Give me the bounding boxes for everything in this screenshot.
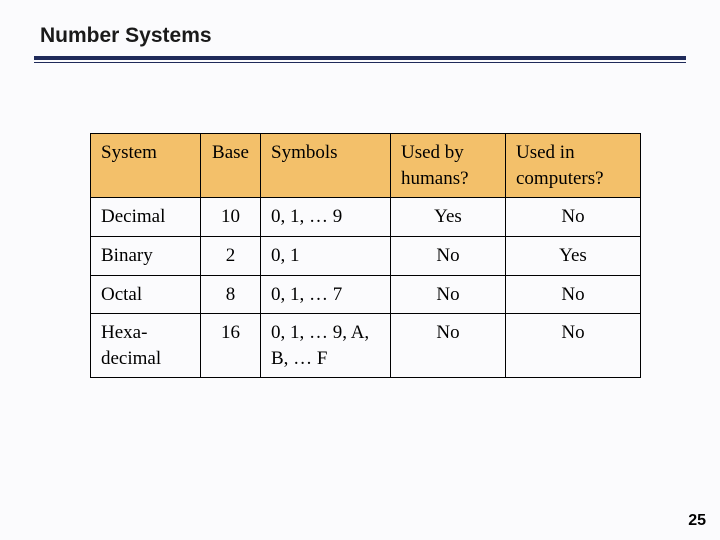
page-number: 25 <box>688 512 706 530</box>
header-system: System <box>91 134 201 198</box>
title-rule-thin <box>34 62 686 63</box>
cell-humans: No <box>391 275 506 314</box>
header-base: Base <box>201 134 261 198</box>
cell-symbols: 0, 1, … 9 <box>261 198 391 237</box>
cell-base: 2 <box>201 236 261 275</box>
cell-symbols: 0, 1 <box>261 236 391 275</box>
table-row: Decimal 10 0, 1, … 9 Yes No <box>91 198 641 237</box>
cell-system: Binary <box>91 236 201 275</box>
cell-base: 16 <box>201 314 261 378</box>
cell-humans: No <box>391 314 506 378</box>
table-row: Binary 2 0, 1 No Yes <box>91 236 641 275</box>
table-row: Octal 8 0, 1, … 7 No No <box>91 275 641 314</box>
cell-system: Hexa-decimal <box>91 314 201 378</box>
cell-computers: No <box>506 314 641 378</box>
page-title: Number Systems <box>40 24 686 54</box>
header-computers: Used in computers? <box>506 134 641 198</box>
table-row: Hexa-decimal 16 0, 1, … 9, A, B, … F No … <box>91 314 641 378</box>
header-symbols: Symbols <box>261 134 391 198</box>
table-header-row: System Base Symbols Used by humans? Used… <box>91 134 641 198</box>
cell-system: Octal <box>91 275 201 314</box>
cell-symbols: 0, 1, … 7 <box>261 275 391 314</box>
table-container: System Base Symbols Used by humans? Used… <box>90 133 686 378</box>
cell-computers: No <box>506 198 641 237</box>
cell-humans: No <box>391 236 506 275</box>
title-rule-thick <box>34 56 686 60</box>
cell-computers: Yes <box>506 236 641 275</box>
cell-base: 8 <box>201 275 261 314</box>
header-humans: Used by humans? <box>391 134 506 198</box>
slide: Number Systems System Base Symbols Used … <box>0 0 720 540</box>
number-systems-table: System Base Symbols Used by humans? Used… <box>90 133 641 378</box>
cell-humans: Yes <box>391 198 506 237</box>
cell-symbols: 0, 1, … 9, A, B, … F <box>261 314 391 378</box>
cell-computers: No <box>506 275 641 314</box>
cell-system: Decimal <box>91 198 201 237</box>
cell-base: 10 <box>201 198 261 237</box>
